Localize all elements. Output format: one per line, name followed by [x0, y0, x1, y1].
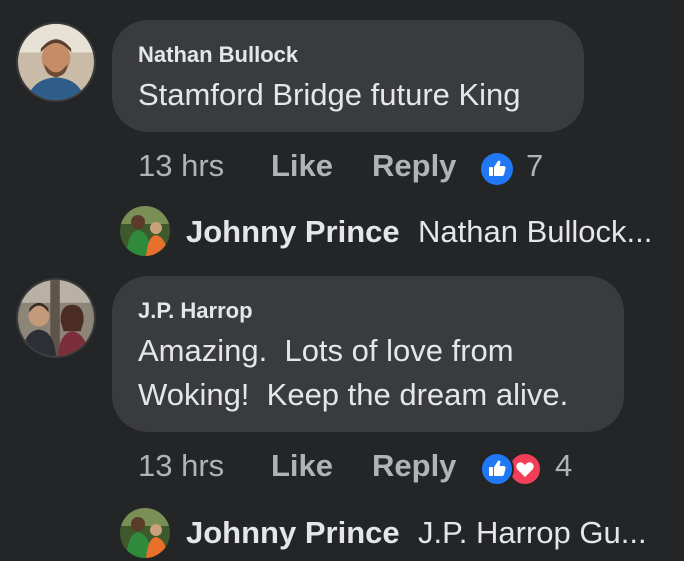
reply-author[interactable]: Johnny Prince	[186, 214, 400, 250]
reply-snippet[interactable]: J.P. Harrop Gu...	[418, 515, 647, 551]
reaction-count[interactable]: 7	[526, 148, 543, 184]
avatar[interactable]	[120, 206, 170, 256]
comment-author[interactable]: Nathan Bullock	[138, 42, 298, 68]
reaction-summary[interactable]	[480, 452, 560, 486]
reaction-count[interactable]: 4	[555, 448, 572, 484]
like-button[interactable]: Like	[271, 148, 333, 184]
avatar[interactable]	[16, 22, 96, 102]
avatar[interactable]	[16, 278, 96, 358]
comment-time[interactable]: 13 hrs	[138, 148, 224, 184]
comment-author[interactable]: J.P. Harrop	[138, 298, 253, 324]
reaction-summary[interactable]	[480, 152, 560, 186]
reply-author[interactable]: Johnny Prince	[186, 515, 400, 551]
like-icon	[481, 153, 513, 185]
avatar[interactable]	[120, 508, 170, 558]
reply-snippet[interactable]: Nathan Bullock...	[418, 214, 652, 250]
like-icon	[480, 452, 514, 486]
like-button[interactable]: Like	[271, 448, 333, 484]
reply-button[interactable]: Reply	[372, 448, 456, 484]
comment-time[interactable]: 13 hrs	[138, 448, 224, 484]
comment-text-line: Amazing. Lots of love from	[138, 333, 514, 368]
comment-text: Stamford Bridge future King	[138, 77, 521, 112]
reply-button[interactable]: Reply	[372, 148, 456, 184]
comment-text-line: Woking! Keep the dream alive.	[138, 377, 569, 412]
comment-bubble: Nathan Bullock Stamford Bridge future Ki…	[112, 20, 584, 132]
comment-bubble: J.P. Harrop Amazing. Lots of love from W…	[112, 276, 624, 432]
